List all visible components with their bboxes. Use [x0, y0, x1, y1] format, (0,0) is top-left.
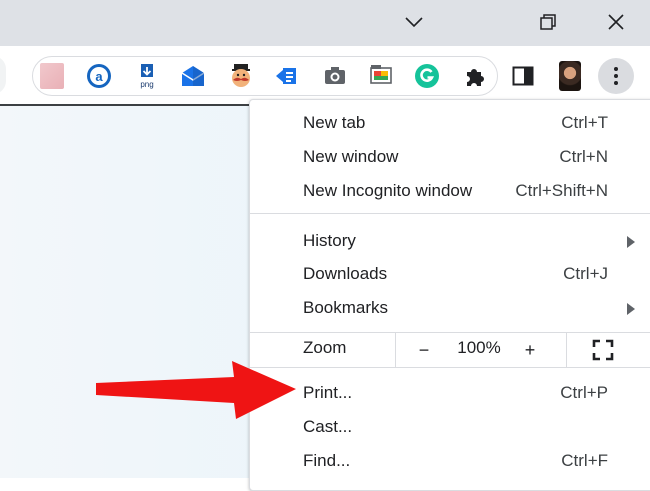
page-top-border — [0, 104, 252, 106]
extension-mail-icon[interactable] — [180, 63, 206, 89]
menu-item-label: Find... — [303, 451, 351, 470]
menu-item-shortcut: Ctrl+F — [561, 451, 608, 470]
extension-camera-icon[interactable] — [322, 63, 348, 89]
zoom-in-button[interactable]: + — [518, 338, 542, 362]
restore-icon — [540, 14, 556, 30]
extension-grammarly-icon[interactable] — [414, 63, 440, 89]
menu-item-new-window[interactable]: New window Ctrl+N — [250, 140, 650, 174]
menu-item-shortcut: Ctrl+J — [563, 264, 608, 283]
annotation-arrow-icon — [96, 361, 296, 419]
menu-item-label: Bookmarks — [303, 298, 389, 317]
menu-item-label: History — [303, 231, 356, 250]
fullscreen-icon — [592, 339, 614, 361]
side-panel-button[interactable] — [510, 63, 536, 89]
menu-item-shortcut: Ctrl+N — [559, 147, 608, 166]
zoom-label: Zoom — [303, 338, 347, 357]
submenu-arrow-icon — [627, 236, 635, 248]
title-bar — [0, 0, 650, 46]
menu-separator — [250, 367, 650, 368]
browser-toolbar: a png — [0, 46, 650, 105]
more-menu-button[interactable] — [598, 58, 634, 94]
chevron-down-icon — [405, 17, 423, 28]
menu-item-new-incognito-window[interactable]: New Incognito window Ctrl+Shift+N — [250, 174, 650, 208]
menu-item-find[interactable]: Find... Ctrl+F — [250, 444, 650, 478]
menu-item-label: New Incognito window — [303, 181, 473, 200]
svg-text:png: png — [140, 80, 153, 89]
menu-item-history[interactable]: History — [250, 224, 650, 258]
menu-item-label: Cast... — [303, 417, 353, 436]
extensions-puzzle-icon[interactable] — [462, 63, 488, 89]
menu-item-downloads[interactable]: Downloads Ctrl+J — [250, 257, 650, 291]
zoom-level: 100% — [457, 338, 501, 357]
menu-separator — [250, 213, 650, 214]
menu-item-shortcut: Ctrl+Shift+N — [515, 181, 608, 200]
profile-avatar-icon[interactable] — [557, 61, 583, 91]
extension-png-download-icon[interactable]: png — [134, 63, 160, 89]
menu-item-new-tab[interactable]: New tab Ctrl+T — [250, 106, 650, 140]
menu-item-label: New window — [303, 147, 399, 166]
chrome-main-menu: New tab Ctrl+T New window Ctrl+N New Inc… — [249, 99, 650, 491]
menu-zoom-row: Zoom − 100% + — [250, 333, 650, 367]
extension-arrow-doc-icon[interactable] — [274, 63, 300, 89]
menu-item-label: Downloads — [303, 264, 388, 283]
zoom-controls: − 100% + — [395, 333, 567, 367]
omnibox-edge[interactable] — [0, 56, 6, 94]
close-icon — [608, 14, 624, 30]
menu-item-shortcut: Ctrl+P — [560, 383, 608, 402]
extension-pink-square-icon[interactable] — [40, 63, 64, 89]
menu-item-cast[interactable]: Cast... — [250, 410, 650, 444]
restore-button[interactable] — [530, 5, 566, 39]
fullscreen-button[interactable] — [592, 339, 614, 361]
side-panel-icon — [512, 66, 534, 86]
minimize-button[interactable] — [396, 5, 432, 39]
submenu-arrow-icon — [627, 303, 635, 315]
menu-item-label: New tab — [303, 113, 366, 132]
svg-text:a: a — [95, 69, 103, 84]
menu-item-label: Print... — [303, 383, 353, 402]
extension-mustache-face-icon[interactable] — [228, 63, 254, 89]
menu-item-print[interactable]: Print... Ctrl+P — [250, 376, 650, 410]
close-window-button[interactable] — [598, 5, 634, 39]
menu-item-bookmarks[interactable]: Bookmarks — [250, 291, 650, 325]
extension-a-circle-icon[interactable]: a — [86, 63, 112, 89]
zoom-out-button[interactable]: − — [412, 338, 436, 362]
extension-screen-capture-icon[interactable] — [368, 63, 394, 89]
menu-item-shortcut: Ctrl+T — [561, 113, 608, 132]
more-vertical-icon — [614, 67, 618, 85]
